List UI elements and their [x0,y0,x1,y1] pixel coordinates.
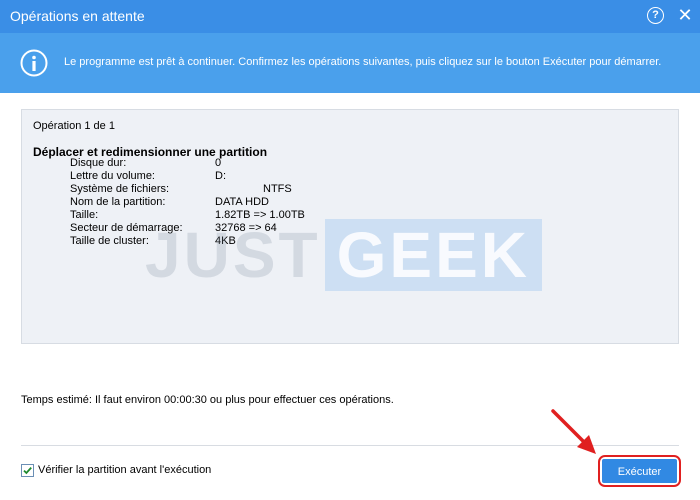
help-icon[interactable]: ? [647,7,664,24]
info-banner: Le programme est prêt à continuer. Confi… [0,33,700,93]
window-title: Opérations en attente [10,8,145,24]
verify-checkbox[interactable] [21,464,34,477]
detail-label: Système de fichiers: [70,183,170,195]
operation-title: Déplacer et redimensionner une partition [33,145,268,159]
time-estimate: Temps estimé: Il faut environ 00:00:30 o… [21,394,394,406]
watermark: JUST GEEK [145,218,542,292]
verify-label: Vérifier la partition avant l'exécution [38,464,212,476]
operation-counter: Opération 1 de 1 [33,120,115,132]
detail-label: Disque dur: [70,157,127,169]
close-icon[interactable]: ✕ [676,5,694,25]
pointer-arrow-icon [551,409,596,454]
detail-value: 0 [215,157,222,169]
banner-message: Le programme est prêt à continuer. Confi… [64,56,662,68]
detail-value: DATA HDD [215,196,269,208]
title-bar: Opérations en attente ? ✕ [0,0,700,33]
detail-label: Lettre du volume: [70,170,155,182]
checkmark-icon [23,467,32,475]
detail-value: NTFS [263,183,292,195]
watermark-part2: GEEK [324,219,542,291]
watermark-part1: JUST [145,219,321,291]
detail-value: D: [215,170,226,182]
detail-label: Taille de cluster: [70,235,149,247]
info-icon [20,49,48,77]
execute-button[interactable]: Exécuter [602,459,677,483]
detail-label: Taille: [70,209,99,221]
detail-label: Nom de la partition: [70,196,166,208]
